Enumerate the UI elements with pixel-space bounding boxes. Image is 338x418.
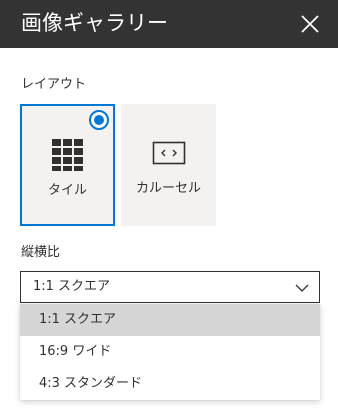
- close-icon: [301, 15, 319, 33]
- layout-section-label: レイアウト: [21, 77, 87, 92]
- chevron-down-icon: [295, 284, 309, 292]
- layout-option-carousel[interactable]: カルーセル: [121, 104, 216, 226]
- layout-option-label: タイル: [47, 183, 87, 198]
- layout-option-tiles[interactable]: タイル: [20, 104, 115, 226]
- aspect-ratio-label: 縦横比: [21, 245, 61, 260]
- aspect-ratio-options-menu: 1:1 スクエア 16:9 ワイド 4:3 スタンダード: [20, 304, 320, 400]
- close-button[interactable]: [292, 6, 328, 42]
- selected-check-icon: [89, 110, 109, 130]
- option-standard[interactable]: 4:3 スタンダード: [20, 368, 320, 400]
- panel-title: 画像ギャラリー: [21, 11, 168, 35]
- option-wide[interactable]: 16:9 ワイド: [20, 336, 320, 368]
- option-square[interactable]: 1:1 スクエア: [20, 304, 320, 336]
- panel-header: 画像ギャラリー: [0, 0, 338, 48]
- dropdown-selected-value: 1:1 スクエア: [33, 279, 111, 294]
- layout-option-label: カルーセル: [135, 181, 201, 196]
- aspect-ratio-dropdown[interactable]: 1:1 スクエア: [20, 271, 320, 303]
- grid-tiles-icon: [22, 138, 113, 172]
- carousel-icon: [121, 136, 216, 170]
